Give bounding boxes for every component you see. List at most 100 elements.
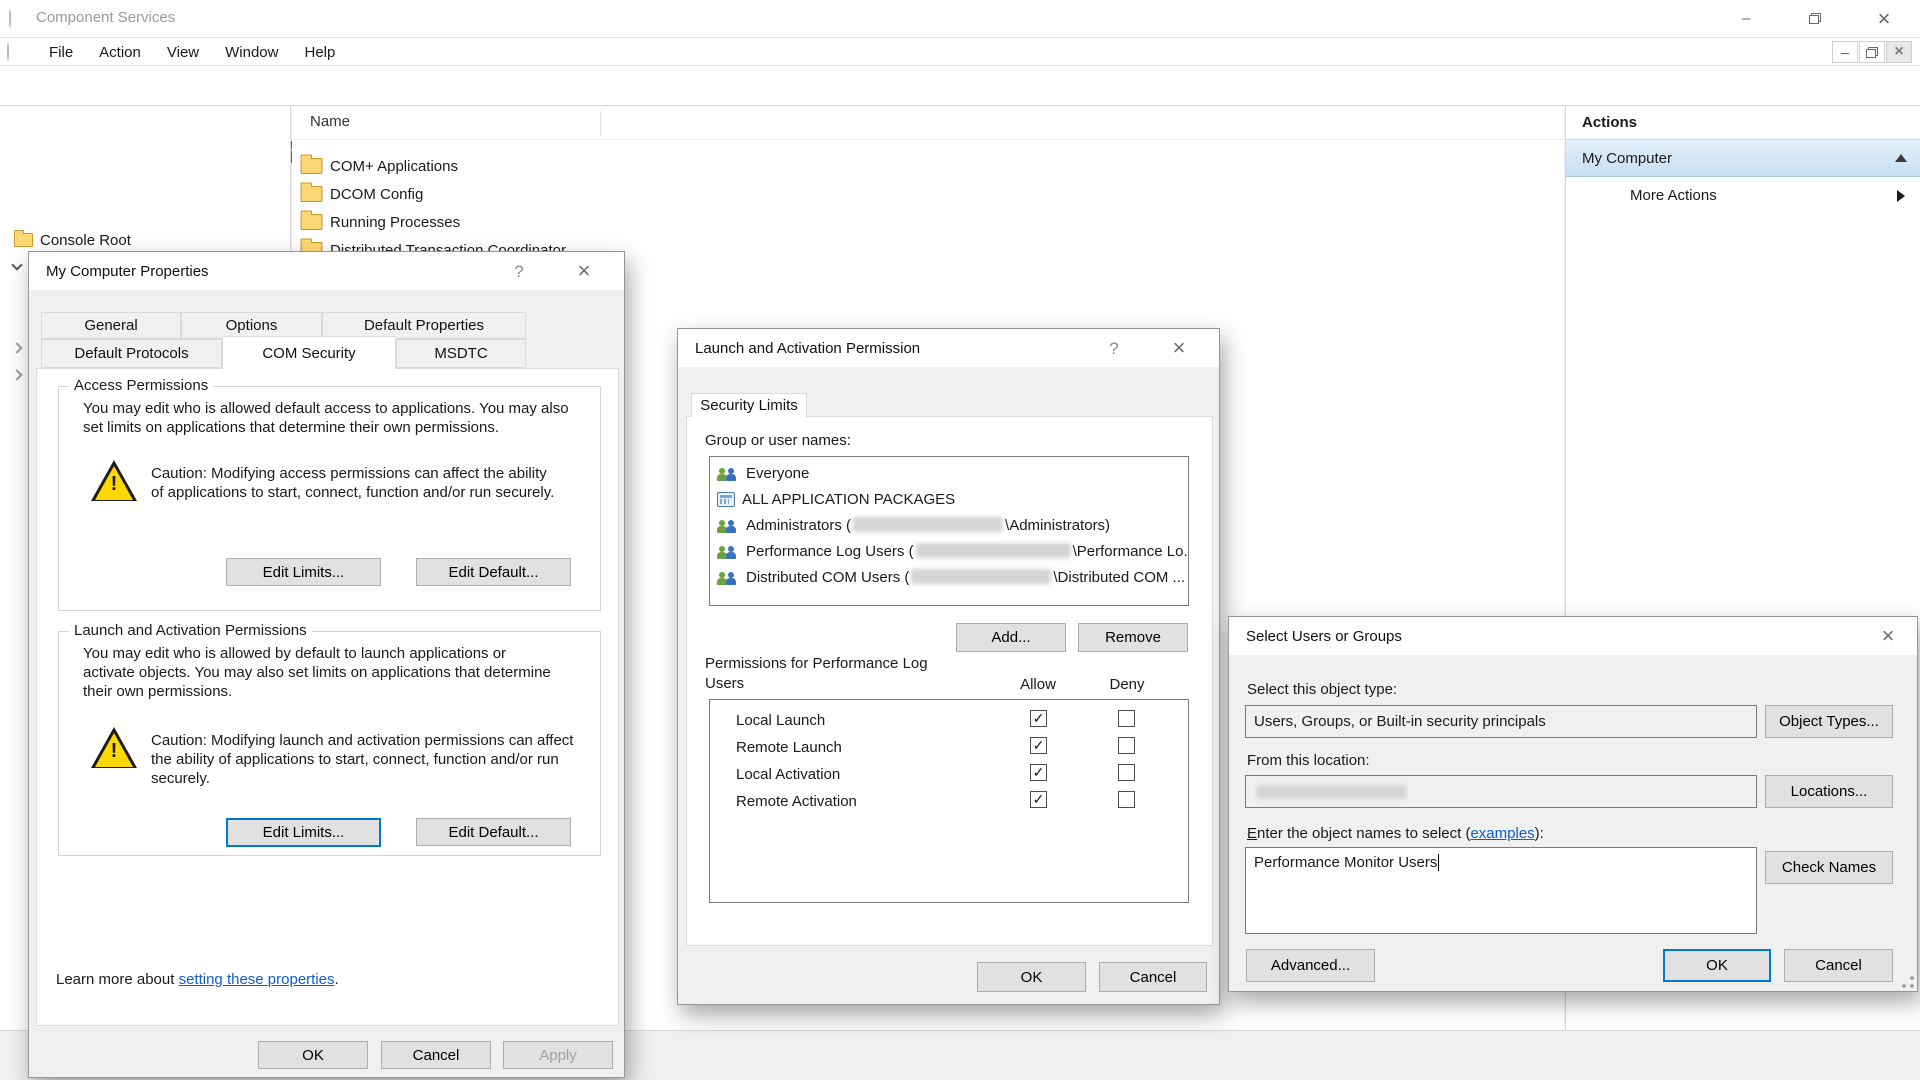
menu-action[interactable]: Action	[86, 44, 154, 61]
group-name: Everyone	[746, 465, 809, 482]
menu-view[interactable]: View	[154, 44, 212, 61]
restore-button[interactable]	[1793, 0, 1837, 37]
examples-link[interactable]: examples	[1470, 825, 1534, 842]
menubar: File Action View Window Help – ×	[0, 38, 1920, 66]
permissions-list: Local Launch ✓ Remote Launch ✓ Local Act…	[709, 699, 1189, 903]
column-header-name[interactable]: Name	[310, 113, 350, 130]
permission-name: Local Activation	[736, 766, 840, 783]
redacted-text	[1256, 785, 1406, 799]
tab-general[interactable]: General	[41, 312, 181, 339]
ok-button[interactable]: OK	[1663, 949, 1771, 982]
actions-group-my-computer[interactable]: My Computer	[1566, 140, 1920, 177]
setting-these-properties-link[interactable]: setting these properties	[179, 971, 335, 988]
deny-checkbox-remote-activation[interactable]	[1118, 791, 1135, 808]
tab-options[interactable]: Options	[181, 312, 322, 339]
list-item-com-applications[interactable]: COM+ Applications	[302, 152, 458, 180]
tab-security-limits[interactable]: Security Limits	[691, 393, 807, 417]
learn-more-prefix: Learn more about	[56, 971, 179, 988]
group-row-performance-log-users[interactable]: Performance Log Users (\Performance Lo..…	[710, 538, 1188, 564]
app-icon	[9, 9, 11, 28]
menu-file[interactable]: File	[36, 44, 86, 61]
chevron-right-icon[interactable]	[12, 370, 23, 381]
users-icon	[717, 517, 739, 533]
close-button[interactable]	[571, 258, 597, 284]
close-button[interactable]	[1166, 335, 1192, 361]
button-label: Add...	[991, 629, 1030, 646]
locations-button[interactable]: Locations...	[1765, 775, 1893, 808]
minimize-button[interactable]: –	[1724, 0, 1768, 37]
tab-default-properties[interactable]: Default Properties	[322, 312, 526, 339]
list-header[interactable]: Name	[292, 106, 1564, 140]
object-types-button[interactable]: Object Types...	[1765, 705, 1893, 738]
tab-com-security[interactable]: COM Security	[222, 336, 396, 369]
help-button[interactable]	[507, 260, 531, 284]
cancel-button[interactable]: Cancel	[1784, 949, 1893, 982]
help-button[interactable]	[1102, 337, 1126, 361]
list-item-label: COM+ Applications	[330, 158, 458, 175]
button-label: Edit Default...	[448, 824, 538, 841]
tab-label: COM Security	[262, 345, 355, 362]
my-computer-properties-dialog: My Computer Properties General Options D…	[28, 251, 625, 1078]
add-button[interactable]: Add...	[956, 623, 1066, 652]
button-label: OK	[1706, 957, 1728, 974]
launch-edit-default-button[interactable]: Edit Default...	[416, 818, 571, 846]
tab-default-protocols[interactable]: Default Protocols	[41, 339, 222, 368]
collapse-icon[interactable]	[1895, 154, 1907, 162]
allow-checkbox-local-activation[interactable]: ✓	[1030, 764, 1047, 781]
cancel-button[interactable]: Cancel	[1099, 962, 1207, 992]
allow-checkbox-remote-launch[interactable]: ✓	[1030, 737, 1047, 754]
deny-checkbox-remote-launch[interactable]	[1118, 737, 1135, 754]
menu-items: File Action View Window Help	[36, 38, 348, 66]
remove-button[interactable]: Remove	[1078, 623, 1188, 652]
chevron-right-icon[interactable]	[12, 343, 23, 354]
child-restore-button[interactable]	[1859, 41, 1885, 63]
child-minimize-button[interactable]: –	[1832, 41, 1858, 63]
button-label: Locations...	[1791, 783, 1868, 800]
allow-checkbox-local-launch[interactable]: ✓	[1030, 710, 1047, 727]
ok-button[interactable]: OK	[258, 1041, 368, 1069]
launch-edit-limits-button[interactable]: Edit Limits...	[226, 818, 381, 847]
location-field[interactable]	[1245, 775, 1757, 808]
deny-checkbox-local-activation[interactable]	[1118, 764, 1135, 781]
object-type-field[interactable]: Users, Groups, or Built-in security prin…	[1245, 705, 1757, 738]
group-row-administrators[interactable]: Administrators (\Administrators)	[710, 512, 1188, 538]
check-names-button[interactable]: Check Names	[1765, 851, 1893, 884]
tab-msdtc[interactable]: MSDTC	[396, 339, 526, 368]
object-names-value: Performance Monitor Users	[1254, 854, 1437, 871]
group-row-distributed-com-users[interactable]: Distributed COM Users (\Distributed COM …	[710, 564, 1188, 590]
allow-checkbox-remote-activation[interactable]: ✓	[1030, 791, 1047, 808]
group-row-all-application-packages[interactable]: ALL APPLICATION PACKAGES	[710, 486, 1188, 512]
access-edit-default-button[interactable]: Edit Default...	[416, 558, 571, 586]
folder-icon	[301, 158, 323, 174]
menu-help[interactable]: Help	[291, 44, 348, 61]
group-legend: Access Permissions	[69, 377, 213, 394]
child-close-button[interactable]: ×	[1886, 41, 1912, 63]
button-label: Check Names	[1782, 859, 1876, 876]
access-edit-limits-button[interactable]: Edit Limits...	[226, 558, 381, 586]
group-user-names-list[interactable]: Everyone ALL APPLICATION PACKAGES Admini…	[709, 456, 1189, 606]
chevron-down-icon[interactable]	[12, 262, 23, 273]
menu-window[interactable]: Window	[212, 44, 291, 61]
tree-item-console-root[interactable]: Console Root	[14, 227, 131, 253]
close-button[interactable]	[1875, 623, 1901, 649]
select-users-or-groups-dialog: Select Users or Groups Select this objec…	[1228, 616, 1918, 992]
deny-checkbox-local-launch[interactable]	[1118, 710, 1135, 727]
permissions-for-label: Permissions for Performance Log Users	[705, 654, 945, 694]
close-button[interactable]: ×	[1862, 0, 1906, 37]
list-item-running-processes[interactable]: Running Processes	[302, 208, 460, 236]
expand-icon[interactable]	[1897, 190, 1905, 202]
app-packages-icon	[717, 492, 735, 507]
object-names-input[interactable]: Performance Monitor Users	[1245, 847, 1757, 934]
ok-button[interactable]: OK	[977, 962, 1086, 992]
group-row-everyone[interactable]: Everyone	[710, 460, 1188, 486]
apply-button[interactable]: Apply	[503, 1041, 613, 1069]
actions-more-actions[interactable]: More Actions	[1566, 177, 1920, 214]
warning-exclamation	[91, 473, 137, 496]
resize-grip[interactable]	[1901, 975, 1915, 989]
object-type-label: Select this object type:	[1247, 681, 1397, 698]
list-item-dcom-config[interactable]: DCOM Config	[302, 180, 423, 208]
users-icon	[717, 569, 739, 585]
advanced-button[interactable]: Advanced...	[1246, 949, 1375, 982]
cancel-button[interactable]: Cancel	[381, 1041, 491, 1069]
column-separator[interactable]	[600, 111, 601, 135]
